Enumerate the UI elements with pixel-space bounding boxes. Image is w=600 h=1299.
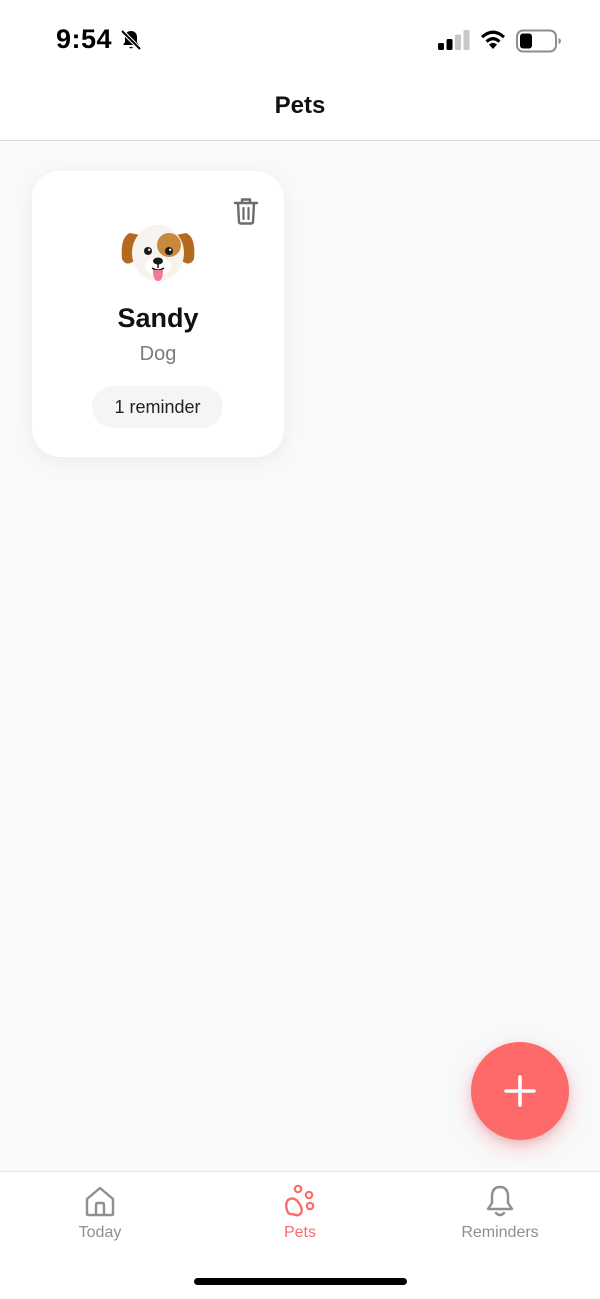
dog-face-icon [121, 225, 195, 281]
status-bar: 9:54 [0, 0, 600, 76]
pet-name: Sandy [117, 303, 199, 333]
tab-pets[interactable]: Pets [200, 1172, 400, 1262]
bell-off-icon [120, 29, 142, 51]
signal-icon [438, 30, 470, 50]
pet-type: Dog [139, 343, 177, 365]
wifi-icon [481, 30, 505, 49]
reminder-count-badge: 1 reminder [92, 386, 223, 428]
add-pet-button[interactable] [471, 1042, 569, 1140]
tab-reminders[interactable]: Reminders [400, 1172, 600, 1262]
pet-card[interactable]: Sandy Dog 1 reminder [32, 171, 284, 457]
home-icon [85, 1186, 115, 1217]
tab-label: Today [78, 1224, 122, 1241]
status-time: 9:54 [56, 24, 113, 54]
home-indicator[interactable] [194, 1278, 407, 1285]
tab-label: Reminders [461, 1224, 539, 1241]
page-title: Pets [274, 92, 326, 119]
plus-icon [504, 1075, 536, 1107]
trash-icon[interactable] [232, 196, 260, 226]
paw-icon [285, 1184, 315, 1217]
bell-icon [486, 1185, 514, 1217]
battery-icon [516, 29, 561, 53]
tab-label: Pets [283, 1224, 316, 1241]
tab-today[interactable]: Today [0, 1172, 200, 1262]
nav-header: Pets [0, 76, 600, 141]
